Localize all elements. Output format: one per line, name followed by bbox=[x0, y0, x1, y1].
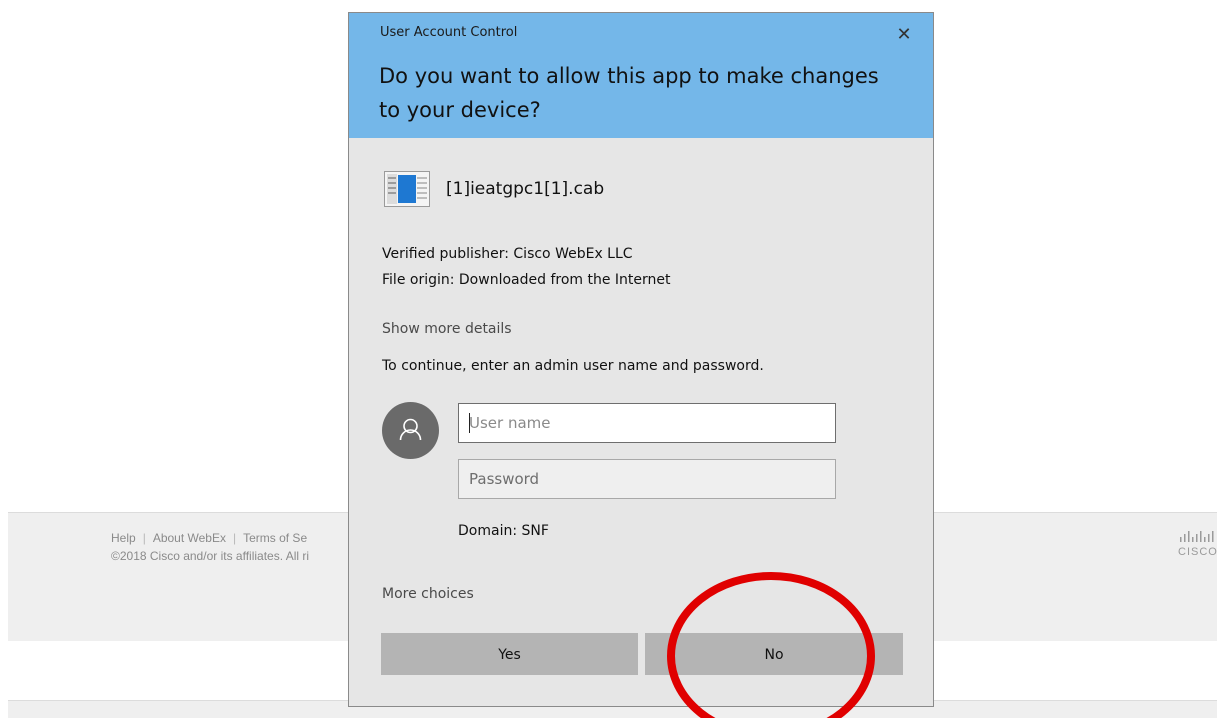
uac-question: Do you want to allow this app to make ch… bbox=[379, 64, 879, 122]
cisco-logo: CISCO bbox=[1178, 528, 1217, 568]
footer-link-about[interactable]: About WebEx bbox=[153, 531, 226, 545]
app-name: [1]ieatgpc1[1].cab bbox=[446, 179, 605, 199]
more-choices-link[interactable]: More choices bbox=[382, 586, 474, 602]
footer-links: Help | About WebEx | Terms of Se bbox=[111, 531, 307, 545]
cab-file-icon bbox=[384, 171, 430, 207]
footer-link-terms[interactable]: Terms of Se bbox=[243, 531, 307, 545]
yes-button[interactable]: Yes bbox=[381, 633, 638, 675]
footer-copyright: ©2018 Cisco and/or its affiliates. All r… bbox=[111, 549, 310, 563]
domain-label: Domain: SNF bbox=[458, 523, 549, 539]
user-icon bbox=[399, 418, 422, 441]
footer-separator: | bbox=[142, 531, 146, 545]
password-input[interactable] bbox=[458, 459, 836, 499]
no-button[interactable]: No bbox=[645, 633, 903, 675]
credentials-instruction: To continue, enter an admin user name an… bbox=[382, 358, 764, 374]
uac-header: User Account Control ✕ Do you want to al… bbox=[349, 13, 933, 138]
cisco-logo-text: CISCO bbox=[1178, 546, 1217, 558]
file-origin: File origin: Downloaded from the Interne… bbox=[382, 272, 671, 288]
footer-link-help[interactable]: Help bbox=[111, 531, 136, 545]
text-caret bbox=[469, 413, 470, 433]
close-icon[interactable]: ✕ bbox=[889, 23, 919, 47]
cisco-bars-icon bbox=[1180, 531, 1214, 542]
show-more-details-link[interactable]: Show more details bbox=[382, 321, 512, 337]
uac-window-title: User Account Control bbox=[380, 25, 518, 40]
uac-dialog: User Account Control ✕ Do you want to al… bbox=[348, 12, 934, 707]
username-input[interactable] bbox=[458, 403, 836, 443]
webex-page: Help | About WebEx | Terms of Se ©2018 Cisco… bbox=[0, 0, 1217, 718]
avatar bbox=[382, 402, 439, 459]
footer-separator: | bbox=[232, 531, 237, 545]
verified-publisher: Verified publisher: Cisco WebEx LLC bbox=[382, 246, 633, 262]
